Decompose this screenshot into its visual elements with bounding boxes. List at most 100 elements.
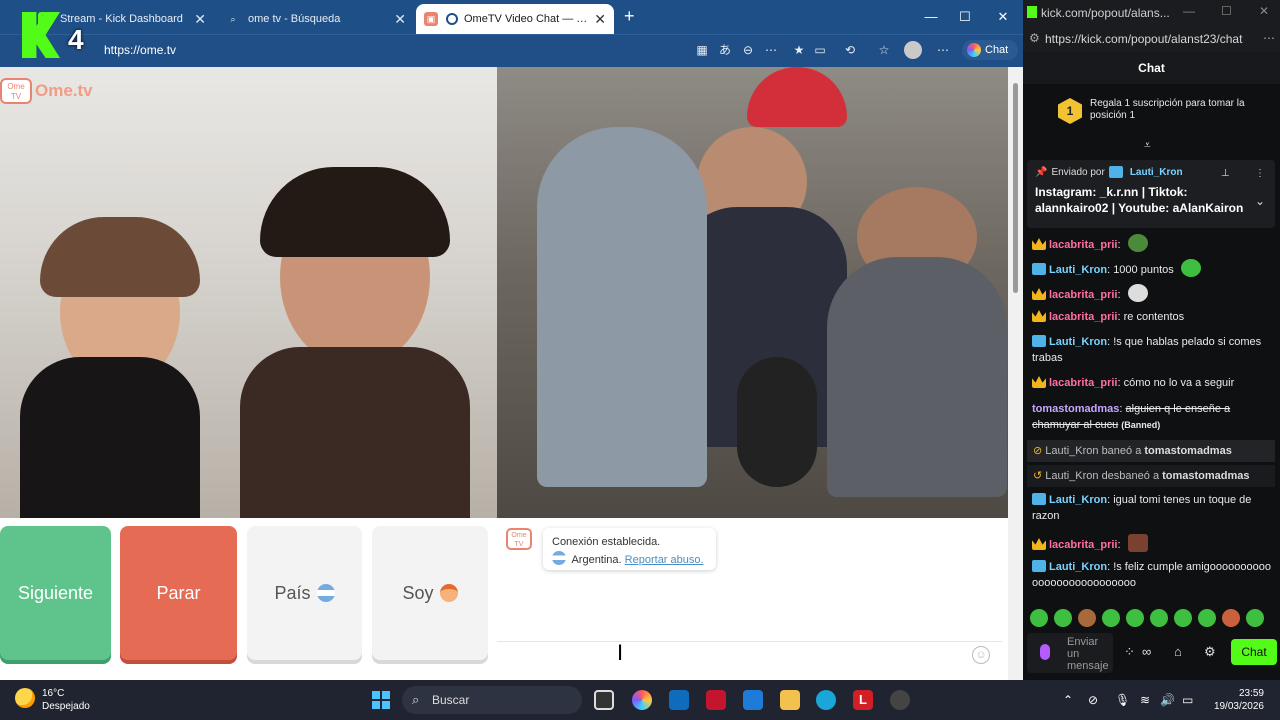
chat-message: lacabrita_prii: re contentos [1032, 309, 1272, 325]
chevron-up-icon[interactable]: ⌃ [1063, 693, 1073, 707]
infinity-icon[interactable]: ∞ [1142, 644, 1151, 659]
unban-icon: ↺ [1033, 470, 1043, 482]
microphone-icon[interactable]: 🎙 [1115, 693, 1130, 707]
argentina-flag-icon [316, 584, 335, 602]
chevron-down-icon[interactable]: ⌄ [1255, 194, 1265, 208]
chat-message: lacabrita_prii: [1032, 284, 1272, 303]
mcafee-icon[interactable] [706, 690, 726, 710]
close-window-icon[interactable]: ✕ [993, 8, 1013, 26]
kick-favicon-icon [1027, 6, 1037, 18]
emote-icon [1246, 609, 1264, 627]
rank-badge: 1 [1058, 98, 1082, 124]
emote-icon [1054, 609, 1072, 627]
crown-badge-icon [1032, 288, 1046, 300]
tab-search[interactable]: ⌕ ome tv - Búsqueda ✕ [218, 4, 414, 34]
lightworks-icon[interactable]: L [853, 690, 873, 710]
emoji-icon[interactable]: ☺ [972, 646, 990, 664]
unpin-icon[interactable]: ⊥ [1221, 168, 1230, 179]
favorites-icon[interactable]: ☆ [875, 42, 893, 58]
local-video [0, 67, 497, 518]
battery-icon[interactable]: ▭ [1182, 693, 1193, 707]
minimize-icon[interactable]: — [921, 8, 941, 26]
taskbar-search[interactable]: ⌕ Buscar [402, 686, 582, 714]
country-name: Argentina. [571, 554, 622, 566]
profile-avatar[interactable] [904, 41, 922, 59]
mute-icon[interactable]: ⊘ [1088, 693, 1098, 707]
system-ban-notice: ⊘ Lauti_Kron baneó a tomastomadmas [1027, 440, 1275, 462]
stop-button[interactable]: Parar [120, 526, 237, 660]
collapse-icon[interactable]: ⩡ [1144, 138, 1151, 153]
system-unban-notice: ↺ Lauti_Kron desbaneó a tomastomadmas [1027, 465, 1275, 487]
close-window-icon[interactable]: ✕ [1259, 4, 1269, 18]
send-chat-button[interactable]: Chat [1231, 639, 1277, 665]
gear-icon[interactable]: ⚙ [1204, 644, 1216, 660]
kick-badge-icon [1032, 493, 1046, 505]
crown-badge-icon [1032, 310, 1046, 322]
start-icon[interactable] [372, 691, 390, 709]
wifi-icon[interactable]: ≋ [1140, 693, 1150, 707]
edge-icon[interactable] [816, 690, 836, 710]
ome-chat-input[interactable] [497, 641, 1002, 642]
close-icon[interactable]: ✕ [394, 11, 406, 28]
chat-message: Lauti_Kron: igual tomi tenes un toque de… [1032, 493, 1252, 522]
tab-kick-dashboard[interactable]: K Stream - Kick Dashboard ✕ [30, 4, 214, 34]
ometv-avatar-icon: Ome TV [506, 528, 532, 550]
crown-badge-icon [1032, 238, 1046, 250]
kick-address-bar[interactable]: ⚙ https://kick.com/popout/alanst23/chat … [1023, 26, 1280, 52]
weather-widget[interactable]: 16°C Despejado [42, 687, 90, 713]
kicks-icon[interactable]: ⁘ [1124, 644, 1135, 660]
kick-badge-icon [1108, 166, 1123, 178]
maximize-icon[interactable]: ☐ [1221, 4, 1232, 18]
text-cursor-icon: I [617, 640, 624, 665]
store-app-icon[interactable] [669, 690, 689, 710]
camera-icon[interactable]: ▭ [811, 42, 829, 58]
maximize-icon[interactable]: ☐ [955, 8, 975, 26]
page-scrollbar[interactable] [1008, 67, 1023, 680]
task-view-icon[interactable] [594, 690, 614, 710]
obs-icon[interactable] [890, 690, 910, 710]
pinned-message: 📌 Enviado por Lauti_Kron ⊥ ⋮ Instagram: … [1027, 160, 1275, 228]
extensions-icon[interactable]: ⟲ [841, 42, 859, 58]
zoom-icon[interactable]: ⊖ [739, 42, 757, 58]
more-options-icon[interactable]: ⋮ [1255, 168, 1265, 179]
close-icon[interactable]: ✕ [594, 11, 606, 28]
kick-badge-icon [1032, 560, 1046, 572]
store-icon[interactable]: ⌂ [1174, 644, 1182, 659]
gender-button[interactable]: Soy [372, 526, 488, 660]
new-tab-button[interactable]: + [624, 6, 635, 27]
file-explorer-icon[interactable] [780, 690, 800, 710]
kick-badge-icon [1032, 335, 1046, 347]
chat-message: Lauti_Kron: 1000 puntos [1032, 259, 1272, 278]
translate-icon[interactable]: あ [716, 42, 734, 58]
url-field[interactable]: https://ome.tv [104, 43, 176, 57]
close-icon[interactable]: ✕ [194, 11, 206, 28]
volume-icon[interactable]: 🔊 [1160, 693, 1175, 707]
kick-titlebar: kick.com/popout/alans... — ☐ ✕ [1023, 0, 1280, 26]
chat-message: lacabrita_prii: [1032, 534, 1272, 553]
copilot-chat-button[interactable]: Chat [962, 40, 1018, 60]
minimize-icon[interactable]: — [1183, 4, 1195, 18]
mic-icon[interactable] [1040, 644, 1050, 660]
emote-icon [1150, 609, 1168, 627]
report-abuse-link[interactable]: Reportar abuso. [625, 554, 704, 566]
outlook-icon[interactable] [743, 690, 763, 710]
system-message: Conexión establecida. Argentina. Reporta… [543, 528, 716, 570]
more-tools-icon[interactable]: ⋯ [762, 42, 780, 58]
emote-quick-bar[interactable] [1030, 609, 1275, 629]
favorite-star-icon[interactable]: ★ [790, 42, 808, 58]
apps-icon[interactable]: ▦ [693, 42, 711, 58]
chat-message-banned: tomastomadmas: alguien q le enseñe a cha… [1032, 403, 1231, 431]
next-button[interactable]: Siguiente [0, 526, 111, 660]
chat-message: lacabrita_prii: [1032, 234, 1272, 253]
copilot-icon [967, 43, 981, 57]
gift-sub-banner[interactable]: 1 Regala 1 suscripción para tomar la pos… [1058, 98, 1253, 128]
more-icon[interactable]: ⋯ [1263, 31, 1275, 45]
chat-message: Lauti_Kron: !s feliz cumple amigoooooooo… [1032, 560, 1271, 589]
copilot-icon[interactable] [632, 690, 652, 710]
weather-moon-icon[interactable] [15, 688, 35, 708]
clock[interactable]: 23:59 19/03/2026 [1206, 687, 1264, 713]
tab-ometv[interactable]: ▣ OmeTV Video Chat — Omegle ✕ [416, 4, 614, 34]
menu-dots-icon[interactable]: ⋯ [934, 42, 952, 58]
country-button[interactable]: País [247, 526, 362, 660]
overlay-number: 4 [68, 24, 84, 55]
